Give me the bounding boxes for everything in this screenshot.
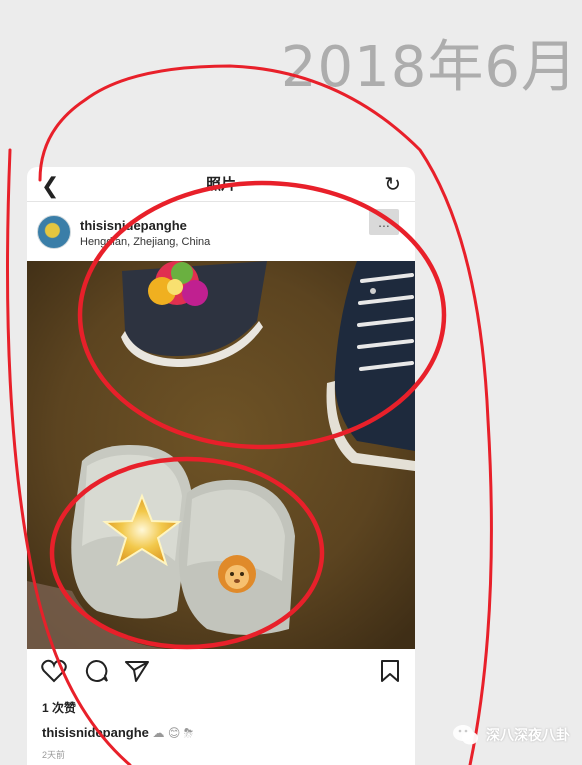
share-icon[interactable] [124, 659, 150, 683]
watermark-text: 深八深夜八卦 [486, 727, 570, 743]
caption-username[interactable]: thisisnidepanghe [42, 725, 149, 740]
caption-emojis: ☁ 😊 ⛈ [152, 726, 194, 740]
bookmark-icon[interactable] [379, 659, 401, 683]
nav-title: 照片 [205, 176, 236, 193]
photo-shoes-image [27, 261, 415, 649]
heart-icon[interactable] [41, 659, 67, 683]
post-header: thisisnidepanghe Hengdian, Zhejiang, Chi… [27, 207, 415, 257]
refresh-icon[interactable]: ↻ [384, 172, 401, 197]
post-timestamp: 2天前 [42, 750, 66, 760]
avatar[interactable] [37, 215, 71, 249]
comment-icon[interactable] [83, 659, 109, 683]
action-bar [27, 659, 415, 689]
nav-bar: ❮ 照片 ↻ [27, 167, 415, 202]
post-caption: thisisnidepanghe ☁ 😊 ⛈ [42, 725, 193, 741]
likes-count[interactable]: 1 次赞 [42, 699, 76, 716]
instagram-post-screenshot: ❮ 照片 ↻ thisisnidepanghe Hengdian, Zhejia… [27, 167, 415, 765]
more-options-button[interactable]: ... [369, 209, 399, 235]
date-header: 2018年6月 [280, 35, 578, 100]
post-username[interactable]: thisisnidepanghe [80, 218, 187, 233]
watermark: 深八深夜八卦 [452, 723, 570, 747]
post-location[interactable]: Hengdian, Zhejiang, China [80, 236, 210, 248]
post-photo[interactable] [27, 261, 415, 649]
wechat-logo-icon [453, 725, 478, 745]
